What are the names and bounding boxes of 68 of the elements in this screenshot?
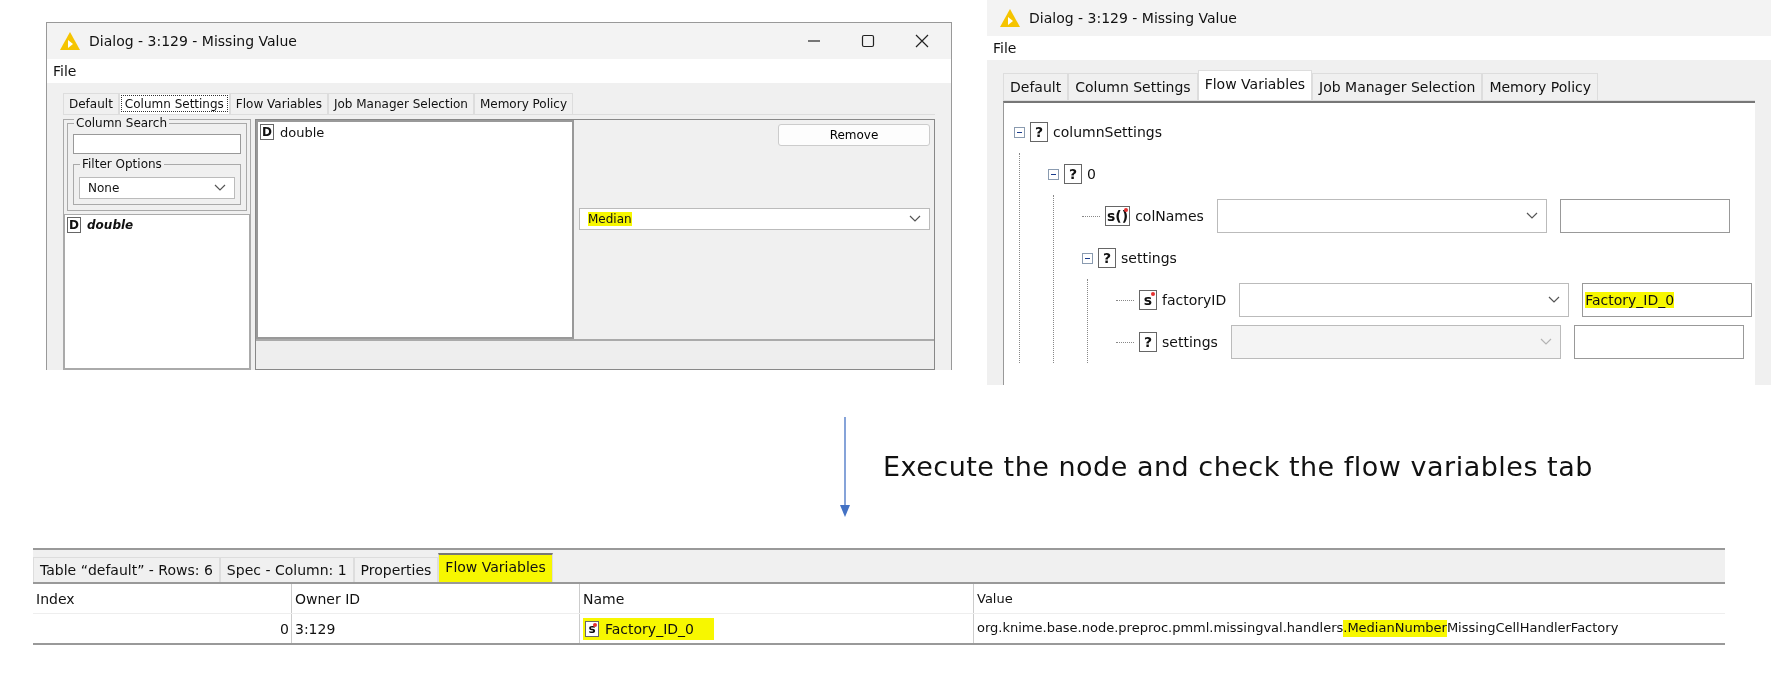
menu-item[interactable]: File [53, 63, 77, 79]
caret-icon [214, 184, 226, 192]
value-field[interactable] [1573, 325, 1744, 359]
column-header[interactable]: Owner ID [291, 584, 579, 613]
value-field[interactable]: Factory_ID_0 [1582, 283, 1753, 317]
dropdown-value: None [88, 181, 120, 195]
tree-label[interactable]: settings [1121, 250, 1177, 266]
column-header[interactable]: Index [33, 584, 291, 613]
group-label: Column Search [74, 116, 169, 130]
variable-dropdown[interactable] [1216, 199, 1547, 233]
tree-label[interactable]: 0 [1087, 166, 1096, 182]
tab[interactable]: Memory Policy [473, 93, 574, 114]
type-icon: ? [1098, 248, 1116, 268]
column-name[interactable]: double [87, 218, 134, 232]
type-icon: D [260, 124, 274, 140]
type-icon: s [1139, 290, 1157, 310]
app-logo-icon [999, 8, 1021, 28]
tab[interactable]: Column Settings [118, 93, 230, 114]
tab[interactable]: Memory Policy [1482, 73, 1599, 100]
caret-icon [1539, 338, 1552, 346]
filter-dropdown[interactable]: None [79, 177, 235, 199]
tab[interactable]: Flow Variables [1197, 70, 1313, 100]
group-label: Filter Options [80, 157, 164, 171]
app-logo-icon [59, 31, 81, 51]
remove-button[interactable]: Remove [778, 124, 930, 146]
column-name[interactable]: double [280, 124, 325, 140]
tab[interactable]: Job Manager Selection [327, 93, 474, 114]
tab[interactable]: Job Manager Selection [1312, 73, 1483, 100]
collapse-icon[interactable] [1014, 126, 1025, 138]
maximize-icon [861, 34, 875, 48]
tab[interactable]: Flow Variables [229, 93, 328, 114]
caret-icon [1548, 296, 1561, 304]
tree-label[interactable]: factoryID [1162, 292, 1227, 308]
caret-icon [909, 215, 921, 223]
type-icon: ? [1030, 122, 1048, 142]
caret-icon [1525, 212, 1538, 220]
variable-dropdown[interactable] [1239, 283, 1570, 317]
collapse-icon[interactable] [1048, 168, 1059, 180]
tab[interactable]: Flow Variables [438, 553, 553, 582]
table-cell-text: 0 [279, 619, 290, 639]
type-icon: D [67, 217, 81, 233]
type-icon: ? [1064, 164, 1082, 184]
collapse-icon[interactable] [1082, 252, 1093, 264]
type-icon: ? [1139, 332, 1157, 352]
type-icon: s [585, 620, 599, 637]
tab[interactable]: Default [63, 93, 119, 114]
tab[interactable]: Spec - Column: 1 [219, 557, 354, 582]
dropdown-value: Median [588, 212, 632, 226]
table-cell: 3:129 [291, 614, 579, 643]
column-header[interactable]: Name [579, 584, 973, 613]
annotation-text: Execute the node and check the flow variables tab [883, 451, 1593, 482]
tree-label[interactable]: colNames [1135, 208, 1204, 224]
tab[interactable]: Column Settings [1068, 73, 1198, 100]
tree-label[interactable]: settings [1162, 334, 1218, 350]
value-field[interactable] [1559, 199, 1730, 233]
tab[interactable]: Properties [353, 557, 439, 582]
tab[interactable]: Default [1003, 73, 1069, 100]
tab[interactable]: Table “default” - Rows: 6 [33, 557, 220, 582]
window-title: Dialog - 3:129 - Missing Value [89, 33, 297, 49]
type-icon: s() [1105, 206, 1131, 226]
search-field[interactable] [73, 134, 241, 154]
handler-dropdown[interactable]: Median [579, 208, 930, 230]
menu-item[interactable]: File [993, 40, 1017, 56]
tree-label[interactable]: columnSettings [1053, 124, 1162, 140]
close-icon [915, 34, 929, 48]
column-header[interactable]: Value [973, 584, 1725, 613]
table-cell: Factory_ID_0 [605, 620, 694, 637]
window-title: Dialog - 3:129 - Missing Value [1029, 10, 1237, 26]
